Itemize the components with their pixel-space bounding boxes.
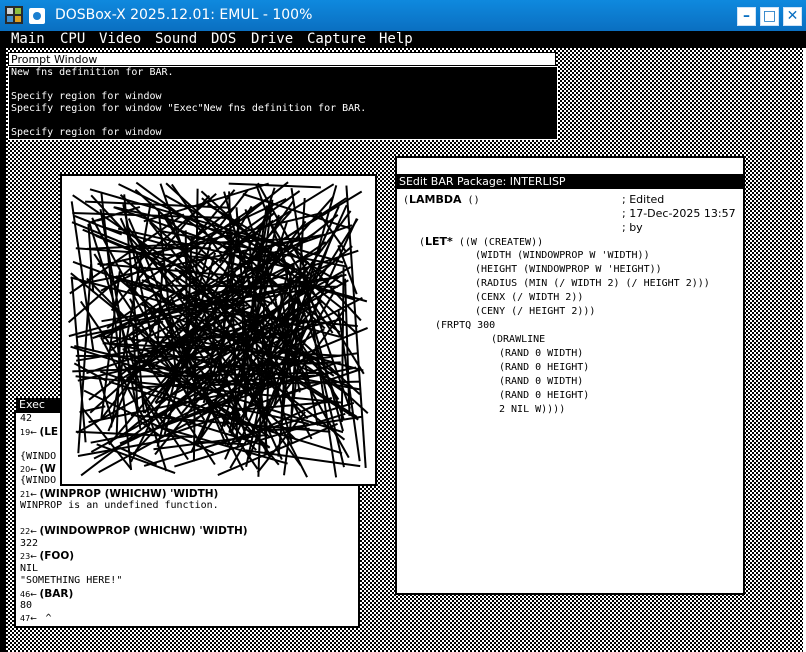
exec-command: (WINDOWPROP (WHICHW) 'WIDTH) [39, 525, 248, 537]
exec-output: 322 [20, 538, 39, 549]
exec-line: 47← ^ [20, 613, 51, 625]
sedit-token: (HEIGHT (WINDOWPROP W 'HEIGHT)) [475, 264, 662, 275]
exec-output: {WINDO [20, 475, 57, 486]
exec-output: 80 [20, 600, 33, 611]
exec-command: (BAR) [39, 588, 74, 600]
exec-output: {WINDO [20, 451, 57, 462]
menu-drive[interactable]: Drive [251, 31, 293, 48]
sedit-token: ((W (CREATEW)) [452, 237, 544, 248]
sedit-token: (FRPTQ 300 [435, 320, 496, 331]
exec-line: 322 [20, 538, 38, 550]
menu-main[interactable]: Main [11, 31, 45, 48]
random-line [245, 449, 361, 468]
sedit-token: (WIDTH (WINDOWPROP W 'WIDTH)) [475, 250, 650, 261]
sedit-line: (LET* ((W (CREATEW)) [419, 235, 543, 250]
exec-window-title[interactable]: Exec [16, 398, 62, 411]
prompt-window-title-text: Prompt Window [11, 53, 98, 66]
exec-output: WINPROP is an undefined function. [20, 500, 219, 511]
sedit-line: (RAND 0 HEIGHT) [499, 361, 589, 375]
close-button[interactable]: ✕ [783, 7, 802, 26]
sedit-token: 2 NIL W)))) [499, 404, 566, 415]
menubar: Main CPU Video Sound DOS Drive Capture H… [0, 31, 806, 48]
menu-cpu[interactable]: CPU [60, 31, 85, 48]
sedit-comment: ; by [622, 221, 643, 234]
sedit-line: (RADIUS (MIN (/ WIDTH 2) (/ HEIGHT 2))) [475, 277, 710, 291]
menu-video[interactable]: Video [99, 31, 141, 48]
exec-output: "SOMETHING HERE!" [20, 575, 123, 586]
sedit-token: (RAND 0 WIDTH) [499, 376, 584, 387]
prompt-line: Specify region for window "Exec"New fns … [11, 103, 367, 114]
sedit-line: (LAMBDA () [403, 193, 480, 208]
sedit-window[interactable]: (LAMBDA () (LET* ((W (CREATEW)) (WIDTH (WI… [395, 189, 745, 595]
exec-line: 23← (FOO) [20, 550, 74, 563]
exec-line: 22← (WINDOWPROP (WHICHW) 'WIDTH) [20, 525, 248, 538]
exec-prompt-number: 21← [20, 490, 40, 499]
sedit-token: (RAND 0 HEIGHT) [499, 390, 590, 401]
exec-prompt-number: 19← [20, 428, 40, 437]
random-line [228, 182, 321, 189]
window-title: DOSBox-X 2025.12.01: EMUL - 100% [55, 7, 313, 23]
exec-command: (LE [39, 426, 59, 438]
sedit-token: (DRAWLINE [491, 334, 546, 345]
sedit-line: (DRAWLINE [491, 333, 545, 347]
exec-prompt-number: 23← [20, 552, 40, 561]
sedit-line: (CENY (/ HEIGHT 2))) [475, 305, 595, 319]
maximize-button[interactable]: □ [760, 7, 779, 26]
menu-dos[interactable]: DOS [211, 31, 236, 48]
sedit-window-title[interactable]: SEdit BAR Package: INTERLISP [395, 175, 745, 189]
sedit-keyword: LET* [425, 235, 453, 248]
exec-output: NIL [20, 563, 39, 574]
menu-help[interactable]: Help [379, 31, 413, 48]
menu-sound[interactable]: Sound [155, 31, 197, 48]
prompt-window-title[interactable]: Prompt Window [8, 52, 556, 66]
exec-line: {WINDO [20, 451, 56, 463]
sedit-token: (RAND 0 HEIGHT) [499, 362, 590, 373]
sedit-line: (HEIGHT (WINDOWPROP W 'HEIGHT)) [475, 263, 662, 277]
exec-prompt-number: 47← [20, 614, 40, 623]
drawing-window[interactable] [60, 174, 377, 486]
sedit-line: (WIDTH (WINDOWPROP W 'WIDTH)) [475, 249, 650, 263]
window-titlebar[interactable]: DOSBox-X 2025.12.01: EMUL - 100% – □ ✕ [0, 0, 806, 31]
exec-line: NIL [20, 563, 38, 575]
sedit-token: (RADIUS (MIN (/ WIDTH 2) (/ HEIGHT 2))) [475, 278, 710, 289]
random-line [340, 267, 345, 423]
dosbox-app-icon[interactable] [4, 5, 24, 25]
sedit-line: (RAND 0 WIDTH) [499, 375, 583, 389]
exec-prompt-number: 22← [20, 527, 40, 536]
menu-capture[interactable]: Capture [307, 31, 366, 48]
exec-command: (FOO) [39, 550, 75, 562]
sedit-window-top[interactable] [395, 156, 745, 176]
sedit-token: (RAND 0 WIDTH) [499, 348, 584, 359]
prompt-line: Specify region for window [11, 91, 162, 102]
sedit-line: (RAND 0 WIDTH) [499, 347, 583, 361]
prompt-window[interactable]: New fns definition for BAR. Specify regi… [8, 66, 558, 140]
exec-line: 19← (LE [20, 426, 58, 439]
sedit-token: (CENY (/ HEIGHT 2))) [475, 306, 596, 317]
sedit-line: 2 NIL W)))) [499, 403, 565, 417]
prompt-line: Specify region for window [11, 127, 162, 138]
sedit-line: (FRPTQ 300 [435, 319, 495, 333]
exec-command: (WINPROP (WHICHW) 'WIDTH) [39, 488, 219, 500]
sedit-token: () [461, 195, 480, 206]
sedit-keyword: LAMBDA [409, 193, 462, 206]
exec-line: 42 [20, 413, 32, 425]
window-menu-icon[interactable] [29, 8, 45, 24]
exec-line: "SOMETHING HERE!" [20, 575, 122, 587]
exec-output: 42 [20, 413, 33, 424]
sedit-comment: ; 17-Dec-2025 13:57 [622, 207, 736, 220]
exec-line: 80 [20, 600, 32, 612]
sedit-line: (RAND 0 HEIGHT) [499, 389, 589, 403]
sedit-token: (CENX (/ WIDTH 2)) [475, 292, 584, 303]
exec-line: {WINDO [20, 475, 56, 487]
sedit-comment: ; Edited [622, 193, 665, 206]
exec-line: WINPROP is an undefined function. [20, 500, 219, 512]
prompt-line: New fns definition for BAR. [11, 67, 174, 78]
minimize-button[interactable]: – [737, 7, 756, 26]
sedit-line: (CENX (/ WIDTH 2)) [475, 291, 583, 305]
exec-command: (W [39, 463, 56, 475]
random-lines-canvas [67, 181, 369, 478]
exec-prompt-number: 20← [20, 465, 40, 474]
exec-caret: ^ [39, 613, 52, 624]
exec-prompt-number: 46← [20, 590, 40, 599]
